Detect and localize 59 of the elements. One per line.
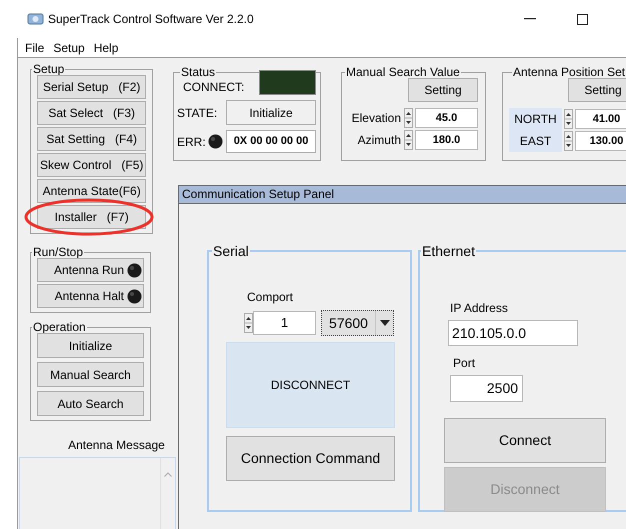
baud-dropdown[interactable]: 57600 [321,310,394,336]
connection-status: DISCONNECT [226,342,395,428]
field-label: IP Address [450,300,509,317]
ip-address-field[interactable]: 210.105.0.0 [448,320,578,346]
value-field[interactable]: 180.0 [415,130,478,150]
run-stop-button[interactable]: Antenna Run [37,258,144,282]
field-label: Port [453,355,476,372]
menu-item[interactable]: File [25,38,44,56]
spinner-icon[interactable] [404,108,413,128]
app-icon [27,11,44,27]
coordinate-label: NORTH [509,108,562,130]
port-field[interactable]: 2500 [450,375,524,402]
setup-button[interactable]: Skew Control (F5) [37,153,146,177]
value-field[interactable]: 41.00 [575,109,626,129]
operation-button[interactable]: Initialize [37,333,144,358]
field-label: CONNECT: [183,79,244,96]
minimize-icon[interactable] [524,18,536,20]
spinner-icon[interactable] [244,311,253,335]
dropdown-arrow-icon [380,320,390,326]
menu-item[interactable]: Setup [53,38,85,56]
group-title: Ethernet [421,244,476,258]
spinner-icon[interactable] [564,109,573,129]
field-label: Comport [247,289,294,306]
value-field[interactable]: 130.00 [575,131,626,151]
field-label: ERR: [177,134,206,150]
panel-title-bar: Communication Setup Panel [179,186,626,204]
spinner-icon[interactable] [404,130,413,150]
coordinate-label: EAST [509,130,562,152]
field-label: STATE: [177,104,218,122]
menu-item[interactable]: Help [94,38,118,56]
setup-button[interactable]: Sat Setting (F4) [37,127,146,151]
spinner-icon[interactable] [564,131,573,151]
field-label: Azimuth [358,132,401,149]
setup-button[interactable]: Antenna State(F6) [37,179,146,203]
run-stop-button[interactable]: Antenna Halt [37,284,144,308]
setup-button[interactable]: Sat Select (F3) [37,101,146,125]
message-label: Antenna Message [68,437,165,454]
group-title: Operation [32,321,87,333]
field-label: Elevation [352,110,401,127]
error-code-display: 0X 00 00 00 00 [226,130,316,153]
group-title: Antenna Position Set [512,66,626,78]
connect-button[interactable]: Connect [444,418,606,463]
setup-button[interactable]: Serial Setup (F2) [37,75,146,99]
state-display: Initialize [226,100,316,125]
group-title: Manual Search Value [345,66,461,78]
operation-button[interactable]: Manual Search [37,362,144,387]
window-title: SuperTrack Control Software Ver 2.2.0 [48,11,254,28]
group-title: Serial [212,244,250,258]
value-field[interactable]: 45.0 [415,108,478,128]
comport-field[interactable]: 1 [253,311,316,335]
group-title: Status [180,66,216,78]
group-title: Setup [32,63,66,75]
maximize-icon[interactable] [577,14,588,24]
connection-command-button[interactable]: Connection Command [226,436,395,481]
setting-button[interactable]: Setting [408,78,478,102]
setup-button[interactable]: Installer (F7) [37,205,146,229]
setting-button[interactable]: Setting [568,78,626,102]
group-title: Run/Stop [32,246,84,258]
operation-button[interactable]: Auto Search [37,391,144,416]
